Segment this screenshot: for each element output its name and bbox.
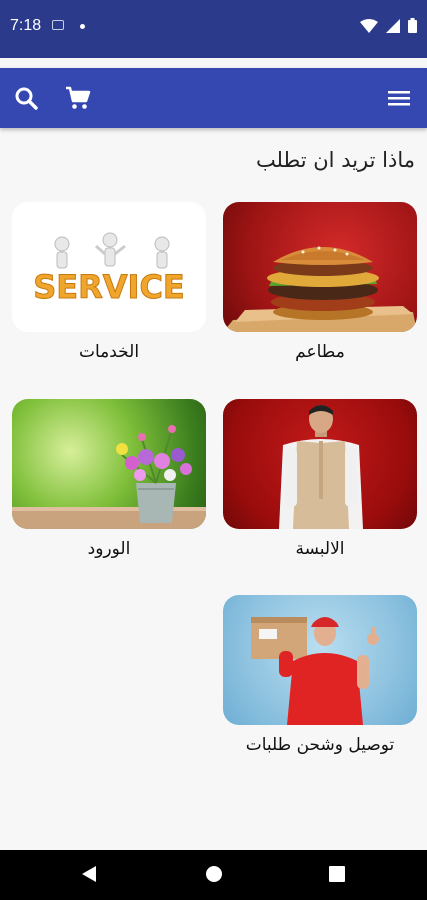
clothing-image	[223, 399, 417, 529]
restaurants-image	[223, 202, 417, 332]
category-card-flowers[interactable]: الورود	[12, 399, 206, 559]
service-text: SERVICE	[33, 268, 185, 306]
burger-icon	[223, 246, 417, 332]
back-icon	[82, 866, 96, 882]
signal-icon	[386, 18, 400, 33]
wifi-icon	[360, 18, 378, 33]
category-card-services[interactable]: SERVICE الخدمات	[12, 202, 206, 362]
recents-button[interactable]	[328, 864, 346, 888]
category-card-delivery[interactable]: توصيل وشحن طلبات	[223, 595, 417, 755]
category-card-restaurants[interactable]: مطاعم	[223, 202, 417, 362]
category-card-clothing[interactable]: الالبسة	[223, 399, 417, 559]
app-bar	[0, 68, 427, 128]
category-label-services: الخدمات	[78, 342, 140, 362]
category-label-restaurants: مطاعم	[295, 342, 345, 362]
notification-icon	[52, 20, 64, 30]
delivery-image	[223, 595, 417, 725]
page-title: ماذا تريد ان تطلب	[255, 148, 415, 172]
search-icon	[15, 87, 38, 110]
service-figures-icon: SERVICE	[33, 232, 185, 307]
status-time: 7:18	[10, 17, 42, 34]
category-label-clothing: الالبسة	[295, 539, 345, 559]
back-button[interactable]	[80, 864, 98, 888]
flower-vase-icon	[12, 425, 206, 529]
delivery-man-icon	[251, 617, 379, 725]
recents-icon	[329, 866, 345, 882]
system-nav-bar	[0, 850, 427, 900]
home-icon	[206, 866, 222, 882]
battery-icon	[408, 18, 417, 33]
notification-dot-icon	[80, 24, 85, 29]
menu-icon	[388, 91, 410, 106]
home-button[interactable]	[204, 864, 224, 888]
man-in-vest-icon	[279, 405, 363, 529]
flowers-image	[12, 399, 206, 529]
search-button[interactable]	[12, 84, 40, 112]
menu-button[interactable]	[385, 84, 413, 112]
cart-button[interactable]	[64, 84, 92, 112]
services-image: SERVICE	[12, 202, 206, 332]
cart-icon	[66, 86, 91, 109]
category-label-flowers: الورود	[87, 539, 131, 559]
status-bar: 7:18	[0, 0, 427, 58]
category-label-delivery: توصيل وشحن طلبات	[245, 735, 395, 755]
